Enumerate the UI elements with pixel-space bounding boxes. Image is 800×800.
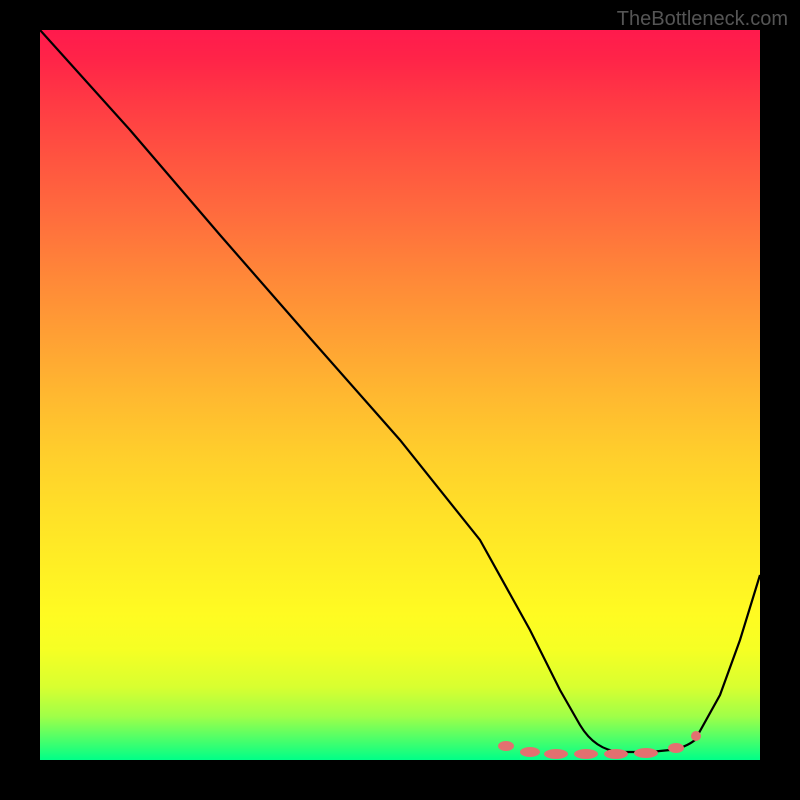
main-curve-line: [40, 30, 760, 752]
chart-svg: [40, 30, 760, 760]
chart-container: [40, 30, 760, 760]
marker-dot: [604, 749, 628, 759]
marker-dot: [634, 748, 658, 758]
marker-dot: [498, 741, 514, 751]
marker-dot: [691, 731, 701, 741]
marker-dot: [544, 749, 568, 759]
watermark-text: TheBottleneck.com: [617, 8, 788, 31]
marker-dot: [668, 743, 684, 753]
marker-dot: [520, 747, 540, 757]
marker-dot: [574, 749, 598, 759]
